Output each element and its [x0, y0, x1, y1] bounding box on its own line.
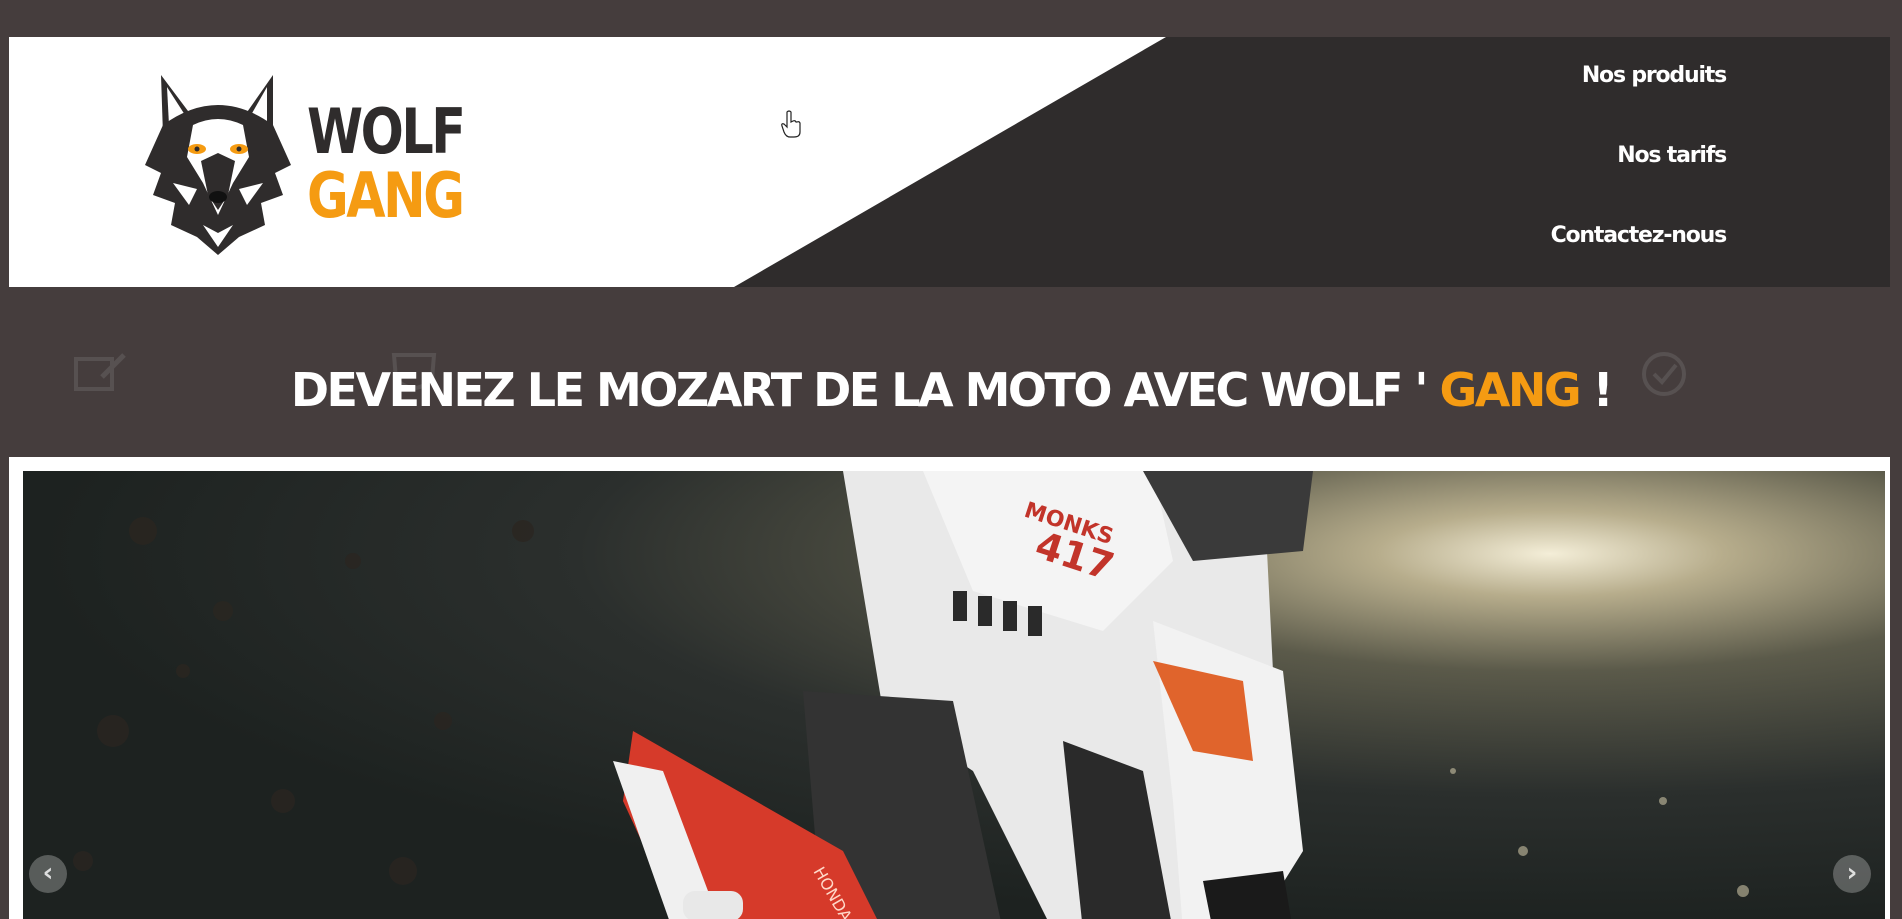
chevron-left-icon: ‹ — [42, 858, 54, 888]
hand-cursor-icon — [781, 110, 801, 138]
main-nav: Nos produits Nos tarifs Contactez-nous — [1551, 57, 1728, 287]
motocross-rider-illustration: 417 MONKS HONDA — [73, 471, 1749, 919]
headline-end: ! — [1579, 363, 1614, 417]
logo-text-gang: GANG — [307, 159, 465, 232]
hero-headline: DEVENEZ LE MOZART DE LA MOTO AVEC WOLF '… — [0, 367, 1902, 413]
page: WOLF GANG Nos produits Nos tarifs Contac… — [0, 0, 1902, 919]
slide-image-motocross: 417 MONKS HONDA — [23, 471, 1885, 919]
headline-main: DEVENEZ LE MOZART DE LA MOTO AVEC WOLF ' — [290, 363, 1440, 417]
image-slider: 417 MONKS HONDA — [9, 457, 1890, 919]
logo-text-wolf: WOLF — [307, 95, 466, 168]
slider-next-button[interactable]: › — [1833, 855, 1871, 893]
nav-link-contact[interactable]: Contactez-nous — [1551, 217, 1728, 287]
headline-accent: GANG — [1439, 363, 1582, 417]
chevron-right-icon: › — [1846, 858, 1858, 888]
wolf-head-icon — [145, 75, 291, 255]
hero-band: DEVENEZ LE MOZART DE LA MOTO AVEC WOLF '… — [0, 287, 1902, 457]
site-header: WOLF GANG Nos produits Nos tarifs Contac… — [9, 37, 1890, 287]
nav-link-tarifs[interactable]: Nos tarifs — [1551, 137, 1727, 217]
logo[interactable]: WOLF GANG — [133, 65, 473, 265]
slider-prev-button[interactable]: ‹ — [29, 855, 67, 893]
nav-link-produits[interactable]: Nos produits — [1551, 57, 1727, 137]
